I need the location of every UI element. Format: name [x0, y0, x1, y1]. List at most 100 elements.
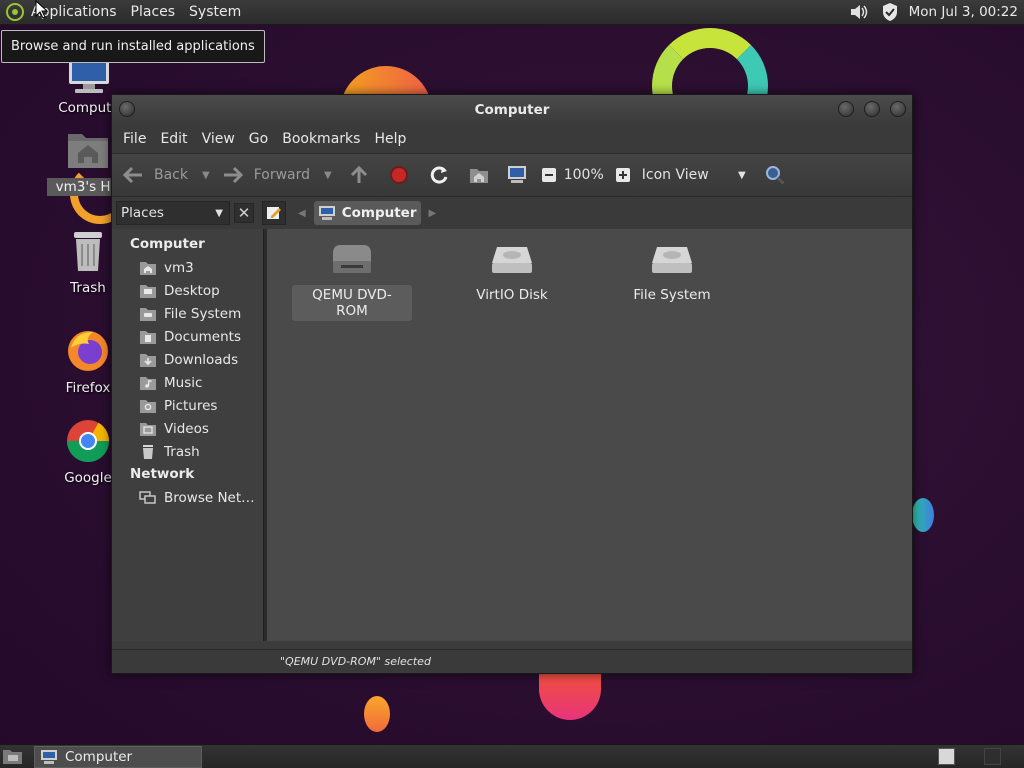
- window-menu-button[interactable]: [119, 101, 135, 117]
- computer-icon[interactable]: [506, 164, 528, 186]
- sidebar-item-music[interactable]: Music: [112, 371, 263, 394]
- sidebar-item-label: Downloads: [164, 351, 239, 368]
- breadcrumb[interactable]: Computer: [313, 201, 421, 225]
- taskbar-button-label: Computer: [65, 748, 133, 765]
- decorative-blob: [364, 696, 390, 732]
- chevron-down-icon: ▼: [215, 208, 223, 219]
- zoom-in-icon[interactable]: [612, 164, 634, 186]
- firefox-icon: [68, 331, 108, 371]
- volume-icon[interactable]: [849, 3, 869, 21]
- tooltip: Browse and run installed applications: [1, 30, 265, 63]
- home-folder-icon: [140, 261, 156, 275]
- home-icon[interactable]: [468, 164, 490, 186]
- hard-disk-icon: [492, 247, 532, 273]
- menu-bookmarks[interactable]: Bookmarks: [275, 131, 367, 147]
- breadcrumb-right-arrow[interactable]: ▶: [429, 208, 437, 219]
- hard-disk-icon: [652, 247, 692, 273]
- back-button[interactable]: Back: [122, 160, 188, 190]
- sidebar-item-trash[interactable]: Trash: [112, 440, 263, 463]
- zoom-level[interactable]: 100%: [564, 160, 604, 190]
- close-button[interactable]: [890, 101, 906, 117]
- sidebar-item-label: Desktop: [164, 282, 220, 299]
- menu-go[interactable]: Go: [242, 131, 275, 147]
- places-menu[interactable]: Places: [124, 0, 183, 25]
- downloads-folder-icon: [140, 353, 156, 367]
- sidebar-item-desktop[interactable]: Desktop: [112, 279, 263, 302]
- sidebar-item-browse-network[interactable]: Browse Net…: [112, 486, 263, 509]
- file-item-qemu-dvd-rom[interactable]: QEMU DVD-ROM: [292, 243, 412, 321]
- menubar: File Edit View Go Bookmarks Help: [112, 125, 912, 153]
- decorative-blob: [912, 498, 934, 532]
- sidebar-item-documents[interactable]: Documents: [112, 325, 263, 348]
- sidebar-item-vm3[interactable]: vm3: [112, 256, 263, 279]
- file-item-label: QEMU DVD-ROM: [292, 285, 412, 321]
- icon-view: QEMU DVD-ROM VirtIO Disk File System: [267, 229, 912, 641]
- sidebar-item-label: Browse Net…: [164, 489, 255, 506]
- close-sidebar-button[interactable]: ✕: [234, 203, 254, 223]
- sidebar-item-pictures[interactable]: Pictures: [112, 394, 263, 417]
- panel-tray: Mon Jul 3, 00:22: [849, 0, 1024, 25]
- close-icon: ✕: [237, 204, 251, 222]
- forward-button[interactable]: Forward: [222, 160, 310, 190]
- workspace-switcher-icon[interactable]: [984, 748, 1001, 765]
- file-item-label: VirtIO Disk: [476, 287, 548, 303]
- edit-location-icon: [267, 207, 281, 219]
- videos-folder-icon: [140, 422, 156, 436]
- sidebar-type-label: Places: [121, 205, 164, 221]
- pictures-folder-icon: [140, 399, 156, 413]
- panel-menus: Applications Places System: [24, 0, 248, 25]
- music-folder-icon: [140, 376, 156, 390]
- forward-history-dropdown[interactable]: ▼: [324, 170, 332, 181]
- security-shield-icon[interactable]: [881, 2, 899, 22]
- optical-drive-icon: [333, 245, 371, 273]
- window-body: Computer vm3 Desktop File System Documen…: [112, 229, 912, 641]
- sidebar-item-downloads[interactable]: Downloads: [112, 348, 263, 371]
- sidebar-item-label: Videos: [164, 420, 209, 437]
- clock[interactable]: Mon Jul 3, 00:22: [909, 4, 1018, 20]
- forward-arrow-icon: [222, 164, 244, 186]
- minimize-button[interactable]: [838, 101, 854, 117]
- view-mode-select[interactable]: Icon View ▼: [642, 160, 752, 190]
- show-desktop-icon[interactable]: [2, 747, 24, 768]
- maximize-button[interactable]: [864, 101, 880, 117]
- stop-icon[interactable]: [388, 164, 410, 186]
- reload-icon[interactable]: [428, 164, 450, 186]
- sidebar-type-select[interactable]: Places ▼: [116, 201, 230, 225]
- chevron-down-icon: ▼: [738, 169, 746, 181]
- trash-icon: [74, 232, 102, 271]
- search-icon[interactable]: [764, 164, 786, 186]
- up-arrow-icon[interactable]: [348, 164, 370, 186]
- back-label: Back: [154, 167, 188, 183]
- menu-edit[interactable]: Edit: [153, 131, 194, 147]
- breadcrumb-label: Computer: [341, 205, 417, 221]
- file-item-virtio-disk[interactable]: VirtIO Disk: [452, 243, 572, 305]
- window-title: Computer: [474, 102, 550, 118]
- drive-folder-icon: [140, 307, 156, 321]
- sidebar-item-file-system[interactable]: File System: [112, 302, 263, 325]
- menu-view[interactable]: View: [195, 131, 242, 147]
- menu-help[interactable]: Help: [367, 131, 413, 147]
- zoom-out-icon[interactable]: [538, 164, 560, 186]
- file-item-file-system[interactable]: File System: [612, 243, 732, 305]
- menu-file[interactable]: File: [116, 131, 153, 147]
- system-menu[interactable]: System: [182, 0, 248, 25]
- forward-label: Forward: [253, 167, 311, 183]
- view-mode-label: Icon View: [641, 167, 709, 183]
- back-arrow-icon: [122, 164, 144, 186]
- window-titlebar[interactable]: Computer: [112, 95, 912, 125]
- sidebar-item-label: Trash: [164, 443, 200, 460]
- distro-logo-icon[interactable]: [6, 3, 24, 21]
- workspace-switcher-icon[interactable]: [938, 748, 955, 765]
- file-manager-window: Computer File Edit View Go Bookmarks Hel…: [111, 94, 913, 674]
- taskbar-button-computer[interactable]: Computer: [34, 745, 202, 768]
- home-folder-icon: [68, 134, 108, 168]
- back-history-dropdown[interactable]: ▼: [202, 170, 210, 181]
- chrome-icon: [66, 420, 109, 463]
- breadcrumb-left-arrow[interactable]: ◀: [298, 208, 306, 219]
- toggle-location-entry-button[interactable]: [262, 201, 286, 225]
- desktop-folder-icon: [140, 284, 156, 298]
- status-text: "QEMU DVD-ROM" selected: [280, 655, 431, 668]
- computer-icon: [318, 206, 335, 220]
- toolbar: Back ▼ Forward ▼ 100% Icon View ▼: [112, 153, 912, 197]
- sidebar-item-videos[interactable]: Videos: [112, 417, 263, 440]
